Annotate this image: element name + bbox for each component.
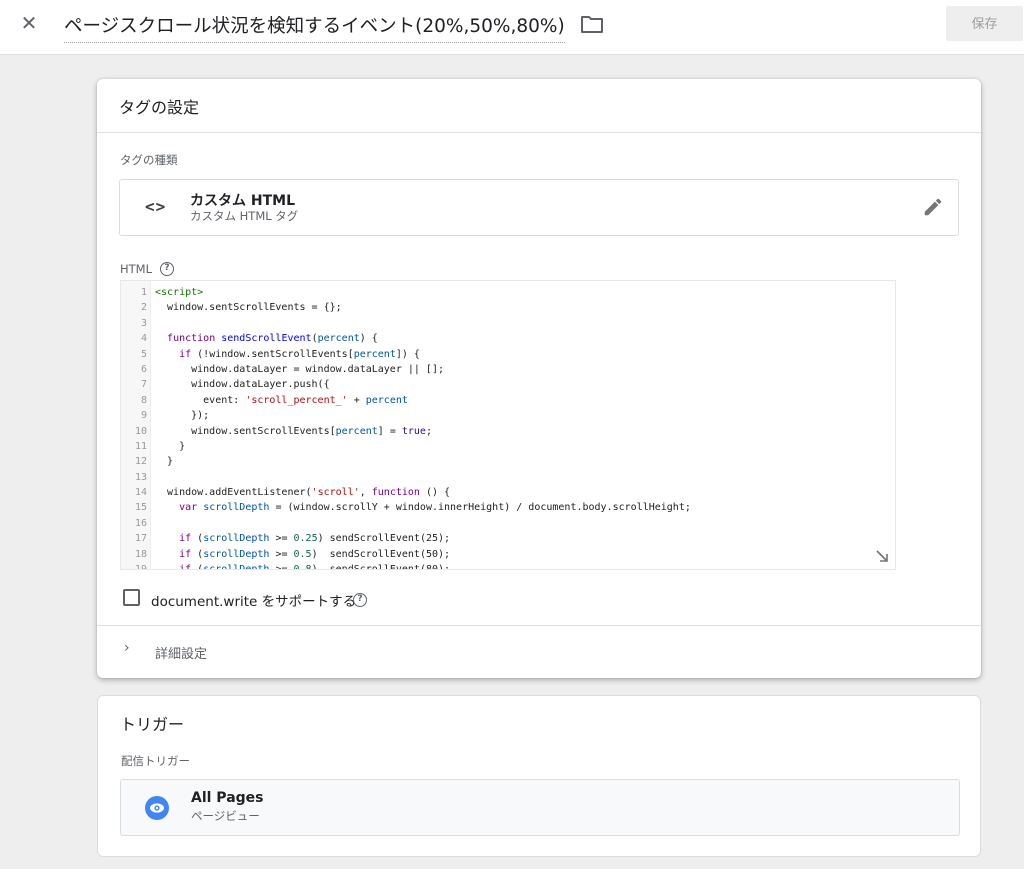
line-number: 5: [140, 348, 147, 360]
line-number: 14: [134, 487, 147, 499]
code-text: if (scrollDepth >= 0.25) sendScrollEvent…: [179, 533, 451, 545]
chevron-right-icon: ›: [124, 640, 130, 656]
code-text: }: [155, 456, 174, 468]
code-line[interactable]: 2 window.sentScrollEvents = {};: [121, 300, 895, 315]
code-line[interactable]: 5 if (!window.sentScrollEvents[percent])…: [121, 347, 895, 362]
code-line[interactable]: 17 if (scrollDepth >= 0.25) sendScrollEv…: [121, 531, 895, 546]
tag-type-name: カスタム HTML: [190, 193, 295, 209]
code-line[interactable]: 6 window.dataLayer = window.dataLayer ||…: [121, 362, 895, 377]
close-icon[interactable]: ✕: [18, 12, 40, 34]
code-text: var scrollDepth = (window.scrollY + wind…: [179, 502, 691, 514]
line-number: 19: [134, 564, 147, 570]
trigger-item-all-pages[interactable]: All Pages ページビュー: [120, 779, 960, 836]
code-text: window.dataLayer = window.dataLayer || […: [155, 363, 444, 375]
tag-type-label: タグの種類: [120, 153, 178, 167]
code-line[interactable]: 19 if (scrollDepth >= 0.8) sendScrollEve…: [121, 562, 895, 570]
line-number: 15: [134, 502, 147, 514]
line-number: 18: [134, 548, 147, 560]
tag-name-title[interactable]: ページスクロール状況を検知するイベント(20%,50%,80%): [64, 12, 565, 43]
line-number: 8: [140, 394, 147, 406]
line-number: 16: [134, 517, 147, 529]
trigger-type: ページビュー: [191, 809, 260, 823]
help-icon[interactable]: ?: [160, 262, 174, 276]
firing-triggers-label: 配信トリガー: [121, 754, 190, 768]
line-number: 9: [140, 410, 147, 422]
code-line[interactable]: 3: [121, 316, 895, 331]
resize-handle-icon[interactable]: [875, 549, 889, 563]
line-number: 10: [134, 425, 147, 437]
tag-type-selector[interactable]: <> カスタム HTML カスタム HTML タグ: [119, 179, 959, 236]
code-line[interactable]: 13: [121, 470, 895, 485]
code-text: if (!window.sentScrollEvents[percent]) {: [179, 348, 420, 360]
save-button[interactable]: 保存: [946, 6, 1023, 41]
top-bar: ✕ ページスクロール状況を検知するイベント(20%,50%,80%) 保存: [0, 0, 1024, 55]
code-line[interactable]: 1 <script>: [121, 285, 895, 300]
code-text: if (scrollDepth >= 0.8) sendScrollEvent(…: [179, 564, 451, 570]
line-number: 12: [134, 456, 147, 468]
trigger-name: All Pages: [191, 790, 264, 806]
code-lines: 1 <script> 2 window.sentScrollEvents = {};…: [121, 285, 895, 570]
code-text: if (scrollDepth >= 0.5) sendScrollEvent(…: [179, 548, 451, 560]
html-code-editor[interactable]: 1 <script> 2 window.sentScrollEvents = {};…: [120, 280, 896, 570]
html-label-text: HTML: [120, 262, 153, 276]
pencil-icon[interactable]: [922, 196, 944, 218]
code-line[interactable]: 12 }: [121, 454, 895, 469]
code-line[interactable]: 7 window.dataLayer.push({: [121, 377, 895, 392]
line-number: 11: [134, 440, 147, 452]
tag-type-description: カスタム HTML タグ: [190, 209, 299, 223]
eye-icon: [145, 796, 169, 820]
line-number: 4: [140, 333, 147, 345]
line-number: 1: [140, 287, 147, 298]
code-text: });: [155, 410, 210, 422]
line-number: 6: [140, 363, 147, 375]
tag-configuration-title: タグの設定: [119, 98, 200, 117]
code-text: window.sentScrollEvents = {};: [155, 302, 342, 314]
code-text: window.addEventListener('scroll', functi…: [155, 487, 451, 499]
code-text: event: 'scroll_percent_' + percent: [155, 394, 408, 406]
code-line[interactable]: 10 window.sentScrollEvents[percent] = tr…: [121, 424, 895, 439]
html-label: HTML: [120, 262, 152, 276]
code-line[interactable]: 8 event: 'scroll_percent_' + percent: [121, 393, 895, 408]
advanced-settings-toggle[interactable]: › 詳細設定: [97, 626, 981, 678]
advanced-settings-label: 詳細設定: [155, 647, 208, 662]
code-icon: <>: [145, 197, 167, 216]
code-text: window.sentScrollEvents[percent] = true;: [155, 425, 432, 437]
line-number: 3: [140, 317, 147, 329]
code-line[interactable]: 4 function sendScrollEvent(percent) {: [121, 331, 895, 346]
folder-icon[interactable]: [580, 14, 604, 34]
line-number: 7: [140, 379, 147, 391]
divider: [97, 132, 981, 133]
line-number: 2: [140, 302, 147, 314]
code-text: function sendScrollEvent(percent) {: [167, 333, 378, 345]
trigger-card: トリガー 配信トリガー All Pages ページビュー: [97, 695, 981, 857]
line-number: 17: [134, 533, 147, 545]
code-text: window.dataLayer.push({: [155, 379, 330, 391]
code-line[interactable]: 14 window.addEventListener('scroll', fun…: [121, 485, 895, 500]
tag-configuration-card: タグの設定 タグの種類 <> カスタム HTML カスタム HTML タグ HT…: [97, 79, 981, 678]
document-write-checkbox[interactable]: [123, 589, 140, 606]
code-line[interactable]: 16: [121, 516, 895, 531]
code-line[interactable]: 15 var scrollDepth = (window.scrollY + w…: [121, 500, 895, 515]
code-line[interactable]: 9 });: [121, 408, 895, 423]
code-line[interactable]: 18 if (scrollDepth >= 0.5) sendScrollEve…: [121, 547, 895, 562]
help-icon[interactable]: ?: [353, 593, 367, 607]
line-number: 13: [134, 471, 147, 483]
document-write-label: document.write をサポートする: [151, 594, 357, 610]
code-text: <script>: [155, 287, 204, 298]
trigger-title: トリガー: [120, 715, 185, 734]
code-line[interactable]: 11 }: [121, 439, 895, 454]
code-text: }: [155, 440, 186, 452]
